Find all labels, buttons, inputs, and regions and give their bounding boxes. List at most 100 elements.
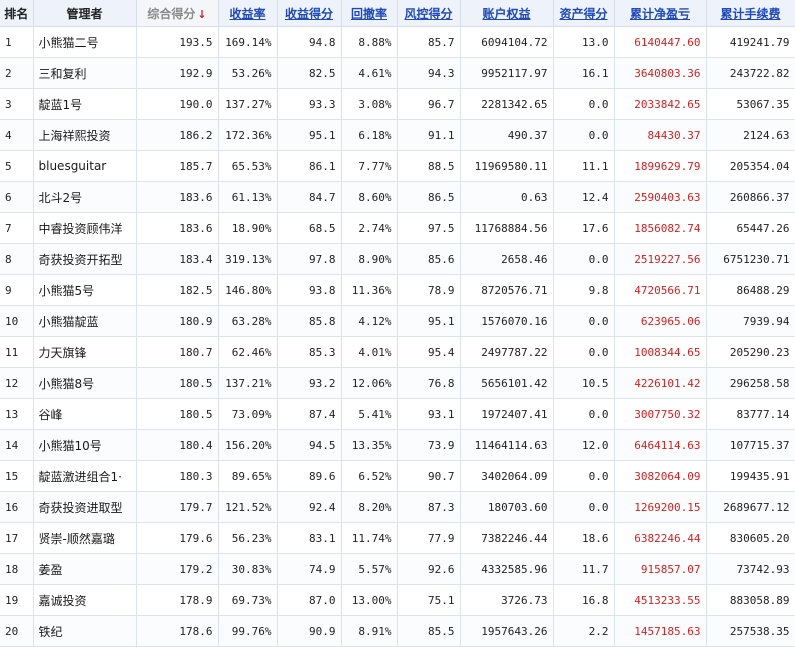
cell-risk-score: 93.1 [396, 398, 461, 430]
cell-fees: 205290.23 [705, 336, 795, 368]
cell-rank: 18 [0, 553, 34, 585]
table-row: 10 小熊猫靛蓝 180.9 63.28% 85.8 4.12% 95.1 1576070.1… [0, 305, 795, 337]
cell-asset-score: 0.0 [552, 336, 615, 368]
cell-manager: 力天旗锋 [32, 336, 137, 368]
header-return-rate[interactable]: 收益率 [217, 0, 278, 27]
cell-rank: 10 [0, 305, 34, 337]
cell-equity: 1972407.41 [459, 398, 554, 430]
cell-risk-score: 86.5 [396, 181, 461, 213]
cell-fees: 65447.26 [705, 212, 795, 244]
cell-drawdown: 13.00% [340, 584, 398, 616]
cell-equity: 11464114.63 [459, 429, 554, 461]
cell-return-score: 68.5 [276, 212, 342, 244]
cell-asset-score: 11.1 [552, 150, 615, 182]
cell-asset-score: 16.1 [552, 57, 615, 89]
cell-asset-score: 0.0 [552, 398, 615, 430]
cell-return-score: 93.2 [276, 367, 342, 399]
cell-total-score: 192.9 [135, 57, 219, 89]
cell-equity: 1957643.26 [459, 615, 554, 647]
header-total-score[interactable]: 综合得分 ↓ [135, 0, 219, 27]
cell-risk-score: 73.9 [396, 429, 461, 461]
header-risk-score[interactable]: 风控得分 [396, 0, 461, 27]
cell-manager: 中睿投资顾伟洋 [32, 212, 137, 244]
cell-equity: 2281342.65 [459, 88, 554, 120]
cell-net-pnl: 4720566.71 [613, 274, 707, 306]
cell-return-rate: 319.13% [217, 243, 278, 275]
cell-return-rate: 156.20% [217, 429, 278, 461]
cell-risk-score: 85.7 [396, 26, 461, 58]
table-row: 20 铁纪 178.6 99.76% 90.9 8.91% 85.5 1957643.26 2.… [0, 615, 795, 647]
cell-fees: 419241.79 [705, 26, 795, 58]
cell-risk-score: 85.6 [396, 243, 461, 275]
cell-net-pnl: 1008344.65 [613, 336, 707, 368]
cell-rank: 5 [0, 150, 34, 182]
cell-total-score: 183.6 [135, 212, 219, 244]
cell-rank: 6 [0, 181, 34, 213]
header-fees[interactable]: 累计手续费 [705, 0, 795, 27]
table-row: 4 上海祥熙投资 186.2 172.36% 95.1 6.18% 91.1 490.37 0.… [0, 119, 795, 151]
cell-equity: 0.63 [459, 181, 554, 213]
sort-down-arrow-icon: ↓ [197, 7, 207, 21]
cell-return-rate: 137.27% [217, 88, 278, 120]
header-return-score[interactable]: 收益得分 [276, 0, 342, 27]
cell-net-pnl: 1899629.79 [613, 150, 707, 182]
cell-fees: 260866.37 [705, 181, 795, 213]
cell-return-rate: 169.14% [217, 26, 278, 58]
cell-asset-score: 12.4 [552, 181, 615, 213]
cell-total-score: 180.3 [135, 460, 219, 492]
cell-fees: 883058.89 [705, 584, 795, 616]
header-asset-score[interactable]: 资产得分 [552, 0, 615, 27]
cell-asset-score: 17.6 [552, 212, 615, 244]
cell-manager: 靛蓝激进组合1· [32, 460, 137, 492]
cell-return-rate: 63.28% [217, 305, 278, 337]
cell-equity: 2658.46 [459, 243, 554, 275]
cell-manager: 小熊猫二号 [32, 26, 137, 58]
cell-risk-score: 78.9 [396, 274, 461, 306]
cell-equity: 1576070.16 [459, 305, 554, 337]
cell-asset-score: 10.5 [552, 367, 615, 399]
header-total-score-label: 综合得分 [147, 6, 196, 21]
cell-return-rate: 99.76% [217, 615, 278, 647]
cell-manager: 上海祥熙投资 [32, 119, 137, 151]
cell-fees: 6751230.71 [705, 243, 795, 275]
cell-net-pnl: 1457185.63 [613, 615, 707, 647]
table-row: 5 bluesguitar 185.7 65.53% 86.1 7.77% 88.5 1196… [0, 150, 795, 182]
cell-equity: 2497787.22 [459, 336, 554, 368]
header-equity[interactable]: 账户权益 [459, 0, 554, 27]
cell-drawdown: 8.60% [340, 181, 398, 213]
table-header-row: 排名 管理者 综合得分 ↓ 收益率 收益得分 回撤率 风控得分 账户权益 资产得分… [0, 0, 795, 27]
cell-drawdown: 7.77% [340, 150, 398, 182]
cell-risk-score: 96.7 [396, 88, 461, 120]
cell-net-pnl: 2033842.65 [613, 88, 707, 120]
cell-net-pnl: 6382246.44 [613, 522, 707, 554]
cell-net-pnl: 3007750.32 [613, 398, 707, 430]
cell-drawdown: 8.90% [340, 243, 398, 275]
cell-manager: 三和复利 [32, 57, 137, 89]
cell-rank: 16 [0, 491, 34, 523]
cell-manager: 谷峰 [32, 398, 137, 430]
table-row: 19 嘉诚投资 178.9 69.73% 87.0 13.00% 75.1 3726.73 16… [0, 584, 795, 616]
cell-risk-score: 87.3 [396, 491, 461, 523]
cell-total-score: 186.2 [135, 119, 219, 151]
cell-asset-score: 9.8 [552, 274, 615, 306]
table-row: 17 贤崇-顺然嘉璐 179.6 56.23% 83.1 11.74% 77.9 738224… [0, 522, 795, 554]
cell-asset-score: 11.7 [552, 553, 615, 585]
cell-return-score: 93.3 [276, 88, 342, 120]
cell-return-rate: 56.23% [217, 522, 278, 554]
cell-total-score: 180.9 [135, 305, 219, 337]
header-net-pnl[interactable]: 累计净盈亏 [613, 0, 707, 27]
cell-fees: 86488.29 [705, 274, 795, 306]
cell-net-pnl: 3640803.36 [613, 57, 707, 89]
cell-drawdown: 8.91% [340, 615, 398, 647]
header-rank: 排名 [0, 0, 34, 27]
cell-net-pnl: 3082064.09 [613, 460, 707, 492]
cell-return-rate: 61.13% [217, 181, 278, 213]
header-drawdown[interactable]: 回撤率 [340, 0, 398, 27]
cell-net-pnl: 2590403.63 [613, 181, 707, 213]
cell-asset-score: 2.2 [552, 615, 615, 647]
cell-total-score: 179.2 [135, 553, 219, 585]
cell-manager: 姜盈 [32, 553, 137, 585]
table-row: 11 力天旗锋 180.7 62.46% 85.3 4.01% 95.4 2497787.22… [0, 336, 795, 368]
cell-return-score: 82.5 [276, 57, 342, 89]
cell-total-score: 179.6 [135, 522, 219, 554]
